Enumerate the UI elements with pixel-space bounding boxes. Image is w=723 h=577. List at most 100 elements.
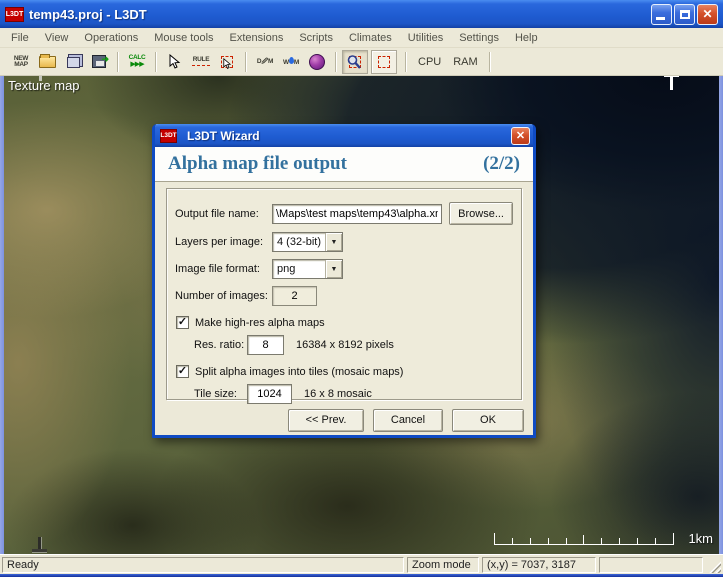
region-box-icon bbox=[378, 56, 390, 68]
window-title: temp43.proj - L3DT bbox=[29, 7, 651, 22]
image-file-format-label: Image file format: bbox=[175, 263, 272, 275]
select-region-button[interactable] bbox=[214, 50, 240, 74]
ok-button[interactable]: OK bbox=[452, 409, 524, 432]
output-file-input[interactable] bbox=[272, 204, 442, 224]
cursor-icon bbox=[169, 54, 181, 69]
maximize-icon bbox=[680, 10, 690, 19]
status-blank-panel bbox=[599, 557, 703, 573]
status-message: Ready bbox=[2, 557, 404, 573]
menu-item-mouse-tools[interactable]: Mouse tools bbox=[146, 30, 221, 46]
res-ratio-input[interactable] bbox=[247, 335, 284, 355]
resize-grip[interactable] bbox=[708, 560, 721, 573]
toolbar-separator bbox=[335, 52, 337, 72]
tile-size-note: 16 x 8 mosaic bbox=[304, 388, 372, 400]
menu-item-view[interactable]: View bbox=[37, 30, 77, 46]
cpu-button[interactable]: CPU bbox=[412, 56, 447, 68]
res-ratio-label: Res. ratio: bbox=[194, 339, 247, 351]
prev-button[interactable]: << Prev. bbox=[288, 409, 364, 432]
chevron-down-icon[interactable]: ▼ bbox=[325, 233, 342, 251]
zoom-region-button[interactable] bbox=[342, 50, 368, 74]
wizard-heading: Alpha map file output bbox=[168, 153, 347, 175]
ruler-icon: RULE bbox=[193, 57, 210, 63]
layers-per-image-select[interactable]: 4 (32-bit) ▼ bbox=[272, 232, 343, 252]
res-ratio-note: 16384 x 8192 pixels bbox=[296, 339, 394, 351]
number-of-images-label: Number of images: bbox=[175, 290, 272, 302]
design-map-icon: D🖉M bbox=[257, 59, 273, 65]
menu-item-climates[interactable]: Climates bbox=[341, 30, 400, 46]
selection-box-icon bbox=[221, 56, 233, 68]
image-file-format-select[interactable]: png ▼ bbox=[272, 259, 343, 279]
water-map-button[interactable]: WM bbox=[278, 50, 304, 74]
new-map-button[interactable]: NEW MAP bbox=[8, 50, 34, 74]
title-bar: L3DT temp43.proj - L3DT ✕ bbox=[0, 0, 723, 28]
menu-item-settings[interactable]: Settings bbox=[451, 30, 507, 46]
status-bar: Ready Zoom mode (x,y) = 7037, 3187 bbox=[0, 554, 723, 574]
menu-bar: FileViewOperationsMouse toolsExtensionsS… bbox=[0, 28, 723, 48]
dialog-body: Output file name: Browse... Layers per i… bbox=[155, 182, 533, 400]
dialog-app-icon: L3DT bbox=[160, 129, 177, 143]
region-select-button[interactable] bbox=[371, 50, 397, 74]
map-edge-marker-top-right bbox=[664, 76, 679, 91]
chevron-down-icon[interactable]: ▼ bbox=[325, 260, 342, 278]
browse-button[interactable]: Browse... bbox=[449, 202, 513, 225]
menu-item-file[interactable]: File bbox=[3, 30, 37, 46]
maximize-button[interactable] bbox=[674, 4, 695, 25]
output-file-label: Output file name: bbox=[175, 208, 272, 220]
pointer-tool-button[interactable] bbox=[162, 50, 188, 74]
status-coordinates: (x,y) = 7037, 3187 bbox=[482, 557, 596, 573]
wizard-step-indicator: (2/2) bbox=[483, 153, 520, 175]
calc-button[interactable]: CALC ▶▶▶ bbox=[124, 50, 150, 74]
high-res-checkbox[interactable]: ✓ bbox=[176, 316, 189, 329]
app-icon: L3DT bbox=[5, 7, 24, 22]
toolbar-separator bbox=[489, 52, 491, 72]
menu-item-scripts[interactable]: Scripts bbox=[291, 30, 341, 46]
menu-item-help[interactable]: Help bbox=[507, 30, 546, 46]
form-panel: Output file name: Browse... Layers per i… bbox=[166, 188, 522, 400]
globe-icon bbox=[309, 54, 325, 70]
map-edge-marker-bottom-left bbox=[32, 537, 47, 552]
close-button[interactable]: ✕ bbox=[697, 4, 718, 25]
main-window: L3DT temp43.proj - L3DT ✕ FileViewOperat… bbox=[0, 0, 723, 577]
design-map-button[interactable]: D🖉M bbox=[252, 50, 278, 74]
toolbar-separator bbox=[405, 52, 407, 72]
layers-per-image-label: Layers per image: bbox=[175, 236, 272, 248]
save-all-button[interactable] bbox=[60, 50, 86, 74]
close-icon: ✕ bbox=[702, 7, 712, 21]
menu-item-utilities[interactable]: Utilities bbox=[400, 30, 451, 46]
magnifier-icon bbox=[346, 54, 362, 70]
menu-item-extensions[interactable]: Extensions bbox=[222, 30, 292, 46]
cancel-button[interactable]: Cancel bbox=[373, 409, 443, 432]
minimize-icon bbox=[656, 17, 665, 20]
toolbar-separator bbox=[117, 52, 119, 72]
water-map-icon: WM bbox=[283, 57, 299, 66]
dialog-header: Alpha map file output (2/2) bbox=[155, 147, 533, 182]
cursor-icon bbox=[222, 58, 232, 70]
menu-item-operations[interactable]: Operations bbox=[76, 30, 146, 46]
save-button[interactable] bbox=[86, 50, 112, 74]
globe-button[interactable] bbox=[304, 50, 330, 74]
open-project-button[interactable] bbox=[34, 50, 60, 74]
ram-button[interactable]: RAM bbox=[447, 56, 483, 68]
split-tiles-checkbox[interactable]: ✓ bbox=[176, 365, 189, 378]
dialog-close-button[interactable]: ✕ bbox=[511, 127, 530, 145]
wizard-dialog: L3DT L3DT Wizard ✕ Alpha map file output… bbox=[152, 124, 536, 438]
window-right-border bbox=[719, 76, 723, 554]
dialog-title: L3DT Wizard bbox=[187, 129, 511, 143]
toolbar-separator bbox=[155, 52, 157, 72]
high-res-label[interactable]: Make high-res alpha maps bbox=[195, 317, 325, 329]
status-mode: Zoom mode bbox=[407, 557, 479, 573]
tile-size-label: Tile size: bbox=[194, 388, 247, 400]
toolbar: NEW MAP CALC ▶▶▶ RULE D🖉M WM bbox=[0, 48, 723, 76]
open-folder-icon bbox=[39, 56, 56, 68]
save-all-icon bbox=[67, 57, 80, 68]
minimize-button[interactable] bbox=[651, 4, 672, 25]
split-tiles-label[interactable]: Split alpha images into tiles (mosaic ma… bbox=[195, 366, 403, 378]
dialog-title-bar[interactable]: L3DT L3DT Wizard ✕ bbox=[155, 124, 533, 147]
scale-label: 1km bbox=[688, 531, 713, 546]
ruler-tool-button[interactable]: RULE bbox=[188, 50, 214, 74]
map-edge-marker-top-left bbox=[34, 76, 47, 82]
layers-per-image-value: 4 (32-bit) bbox=[273, 233, 325, 251]
dialog-footer: << Prev. Cancel OK bbox=[155, 400, 533, 440]
toolbar-separator bbox=[245, 52, 247, 72]
save-floppy-icon bbox=[92, 55, 106, 68]
